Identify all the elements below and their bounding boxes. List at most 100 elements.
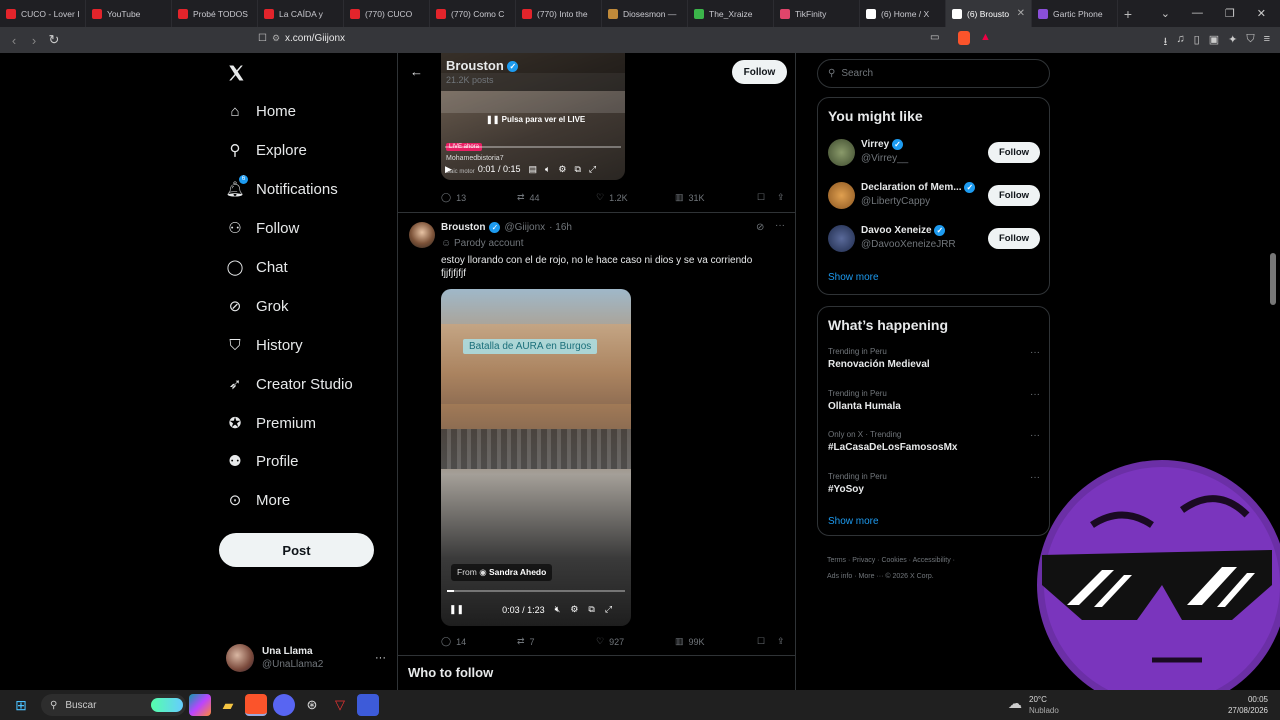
follow-button[interactable]: Follow	[732, 60, 787, 84]
url-field[interactable]: x.com/Giijonx	[285, 33, 345, 44]
post-button[interactable]: Post	[219, 533, 374, 567]
more-dots-icon[interactable]: ···	[775, 220, 785, 231]
tab-search-icon[interactable]: ⌄	[1161, 7, 1170, 20]
reply-button[interactable]: ◯ 13	[441, 192, 517, 203]
browser-tab[interactable]: La CAÍDA y	[258, 0, 344, 27]
nav-item-premium[interactable]: ✪ Premium	[226, 414, 316, 433]
suggestion-item[interactable]: Virrey ✓ @Virrey__ Follow	[828, 137, 1040, 169]
page-scrollbar[interactable]	[1270, 253, 1276, 305]
tweet-avatar[interactable]	[409, 222, 435, 248]
trend-item[interactable]: Trending in Peru Renovación Medieval ···	[828, 347, 1040, 377]
taskbar-search[interactable]: ⚲ Buscar	[41, 694, 186, 716]
maximize-icon[interactable]: ❐	[1225, 7, 1235, 20]
like-button[interactable]: ♡ 1.2K	[596, 192, 675, 203]
browser-tab[interactable]: The_Xraize	[688, 0, 774, 27]
video-player[interactable]: Batalla de AURA en Burgos From ◉ Sandra …	[441, 289, 631, 626]
volume-icon[interactable]: 🔈︎	[545, 164, 550, 175]
nav-item-profile[interactable]: ⚉ Profile	[226, 452, 298, 471]
search-input[interactable]: ⚲ Search	[817, 59, 1050, 88]
browser-tab[interactable]: Probé TODOS	[172, 0, 258, 27]
nav-item-explore[interactable]: ⚲ Explore	[226, 141, 307, 160]
leo-icon[interactable]: ✦	[1228, 33, 1237, 52]
app-icon[interactable]: ⊛	[301, 694, 323, 716]
tweet-age[interactable]: · 16h	[549, 222, 572, 233]
bookmark-button[interactable]: ☐	[757, 636, 777, 647]
more-dots-icon[interactable]: ···	[375, 652, 386, 664]
browser-tab[interactable]: (770) Como C	[430, 0, 516, 27]
nav-item-chat[interactable]: ◯ Chat	[226, 258, 288, 277]
video-progress-track[interactable]	[445, 146, 621, 148]
nav-item-creator-studio[interactable]: ➶ Creator Studio	[226, 375, 353, 394]
browser-tab[interactable]: (770) CUCO	[344, 0, 430, 27]
discord-icon[interactable]	[273, 694, 295, 716]
nav-item-more[interactable]: ⊙ More	[226, 491, 290, 510]
browser-tab[interactable]: YouTube	[86, 0, 172, 27]
repost-button[interactable]: ⇄ 7	[517, 636, 596, 647]
browser-tab[interactable]: Gartic Phone	[1032, 0, 1118, 27]
settings-icon[interactable]: ⚙	[558, 164, 566, 175]
repost-button[interactable]: ⇄ 44	[517, 192, 596, 203]
nav-item-history[interactable]: ⛉ History	[226, 336, 302, 354]
suggestion-item[interactable]: Declaration of Mem... ✓ @LibertyCappy Foll…	[828, 180, 1040, 212]
like-button[interactable]: ♡ 927	[596, 636, 675, 647]
sidebar-icon[interactable]: ▯	[1194, 33, 1200, 52]
copilot-icon[interactable]	[189, 694, 211, 716]
install-icon[interactable]: ▭	[930, 32, 939, 43]
valorant-icon[interactable]: ▽	[329, 694, 351, 716]
account-switcher[interactable]: Una Llama @UnaLlama2 ···	[226, 643, 386, 673]
fullscreen-icon[interactable]: ⤢	[605, 604, 612, 615]
browser-tab[interactable]: (6) Brousto ✕	[946, 0, 1032, 27]
back-arrow-icon[interactable]: ←	[410, 64, 423, 79]
brave-shield-icon[interactable]	[958, 31, 970, 45]
windows-start-icon[interactable]: ⊞	[10, 694, 32, 716]
footer-line[interactable]: Ads info · More ··· © 2026 X Corp.	[827, 569, 1027, 585]
footer-line[interactable]: Terms · Privacy · Cookies · Accessibilit…	[827, 553, 1027, 569]
views-button[interactable]: ▥ 99K	[675, 636, 757, 647]
forward-icon[interactable]: ›	[24, 33, 44, 48]
captions-icon[interactable]: ▤	[528, 164, 537, 175]
bookmark-button[interactable]: ☐	[757, 192, 777, 203]
settings-icon[interactable]: ⚙	[570, 604, 578, 615]
share-icon[interactable]: ⇪	[777, 636, 785, 647]
tweet-author-name[interactable]: Brouston	[441, 222, 485, 233]
app-square-icon[interactable]	[357, 694, 379, 716]
media-icon[interactable]: ♫	[1176, 33, 1184, 52]
pip-icon[interactable]: ⧉	[588, 604, 594, 615]
pause-icon[interactable]: ❚❚	[449, 604, 464, 615]
views-button[interactable]: ▥ 31K	[675, 192, 757, 203]
minimize-icon[interactable]: —	[1192, 7, 1203, 20]
trend-item[interactable]: Only on X · Trending #LaCasaDeLosFamososM…	[828, 430, 1040, 460]
x-logo-icon[interactable]	[227, 64, 245, 82]
fullscreen-icon[interactable]: ⤢	[589, 164, 596, 175]
nav-item-follow[interactable]: ⚇ Follow	[226, 219, 299, 238]
browser-tab[interactable]: (6) Home / X	[860, 0, 946, 27]
brave-taskbar-icon[interactable]	[245, 694, 267, 716]
menu-icon[interactable]: ≡	[1264, 33, 1270, 52]
follow-button[interactable]: Follow	[988, 185, 1040, 206]
nav-item-home[interactable]: ⌂ Home	[226, 102, 296, 120]
browser-tab[interactable]: Diosesmon —	[602, 0, 688, 27]
browser-tab[interactable]: TikFinity	[774, 0, 860, 27]
more-dots-icon[interactable]: ···	[1030, 430, 1040, 441]
follow-button[interactable]: Follow	[988, 228, 1040, 249]
brave-rewards-icon[interactable]: ▲	[980, 31, 991, 43]
nav-item-grok[interactable]: ⊘ Grok	[226, 297, 289, 316]
trend-item[interactable]: Trending in Peru Ollanta Humala ···	[828, 389, 1040, 419]
bookmark-page-icon[interactable]: ☐	[258, 33, 267, 44]
suggestion-item[interactable]: Davoo Xeneize ✓ @DavooXeneizeJRR Follow	[828, 223, 1040, 255]
download-icon[interactable]: ⭳	[1164, 33, 1168, 52]
play-icon[interactable]: ▶	[445, 164, 452, 175]
tweet-author-handle[interactable]: @Giijonx	[504, 222, 545, 233]
browser-tab[interactable]: CUCO - Lover I	[0, 0, 86, 27]
close-tab-icon[interactable]: ✕	[1017, 8, 1025, 19]
new-tab-button[interactable]: +	[1118, 6, 1138, 22]
more-dots-icon[interactable]: ···	[1030, 347, 1040, 358]
show-more-link[interactable]: Show more	[828, 272, 879, 283]
more-dots-icon[interactable]: ···	[1030, 389, 1040, 400]
close-window-icon[interactable]: ✕	[1257, 7, 1266, 20]
back-icon[interactable]: ‹	[4, 33, 24, 48]
clock[interactable]: 00:05 27/08/2026	[1228, 694, 1268, 716]
weather-icon[interactable]: ☁	[1008, 695, 1022, 712]
grok-icon[interactable]: ⊘	[756, 222, 764, 233]
pip-icon[interactable]: ⧉	[574, 164, 580, 175]
